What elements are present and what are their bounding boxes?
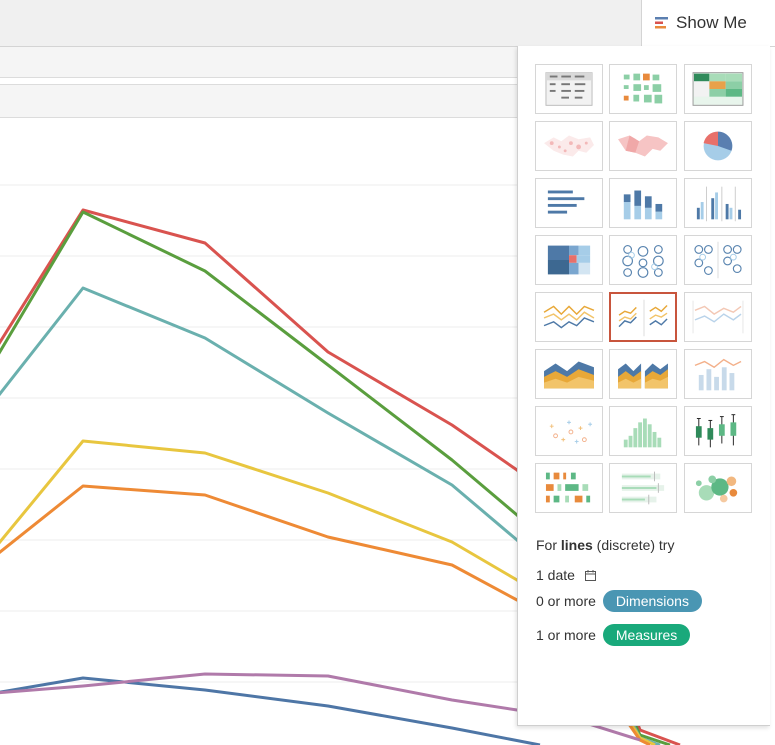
scatter-plot-icon (549, 420, 593, 444)
chart-type-pie-chart[interactable] (684, 121, 752, 171)
lines-continuous-icon (543, 305, 595, 329)
req-meas-text: 1 or more (536, 627, 596, 643)
area-discrete-icon (618, 363, 668, 389)
text-table-icon (545, 72, 593, 106)
hint-requirement-measures: 1 or more Measures (536, 624, 691, 646)
req-date-text: 1 date (536, 567, 575, 583)
chart-type-area-discrete[interactable] (609, 349, 677, 399)
side-by-side-circles-icon (694, 241, 742, 279)
show-me-icon (655, 17, 668, 29)
chart-type-lines-discrete[interactable] (609, 292, 677, 342)
chart-type-gantt-chart[interactable] (535, 463, 603, 513)
hint-prefix: For (536, 537, 561, 553)
chart-type-scatter-plot[interactable] (535, 406, 603, 456)
chart-type-histogram[interactable] (609, 406, 677, 456)
hint-requirement-dimensions: 0 or more Dimensions (536, 590, 702, 612)
pie-chart-icon (703, 131, 733, 161)
packed-bubbles-icon (695, 475, 738, 503)
chart-type-side-by-side-circles[interactable] (684, 235, 752, 285)
chart-type-filled-map[interactable] (609, 121, 677, 171)
circle-views-icon (622, 245, 664, 278)
chart-type-packed-bubbles[interactable] (684, 463, 752, 513)
chart-type-circle-views[interactable] (609, 235, 677, 285)
symbol-map-icon (544, 135, 594, 157)
chart-type-highlight-table[interactable] (684, 64, 752, 114)
hint-title: For lines (discrete) try (536, 537, 674, 553)
chart-type-bullet-graph[interactable] (609, 463, 677, 513)
stacked-bars-icon (623, 190, 663, 220)
chart-type-lines-continuous[interactable] (535, 292, 603, 342)
dual-combination-icon (694, 358, 742, 391)
chart-type-dual-lines[interactable] (684, 292, 752, 342)
measures-pill: Measures (602, 624, 691, 646)
chart-type-heat-map[interactable] (609, 64, 677, 114)
hint-chart-name: lines (560, 537, 593, 553)
side-by-side-bars-icon (696, 186, 742, 222)
bullet-graph-icon (621, 471, 665, 505)
hint-suffix: (discrete) try (592, 537, 675, 553)
dual-lines-icon (692, 300, 744, 334)
highlight-table-icon (692, 72, 744, 106)
chart-type-text-table[interactable] (535, 64, 603, 114)
chart-type-horizontal-bars[interactable] (535, 178, 603, 228)
calendar-icon (584, 570, 596, 581)
chart-type-box-and-whisker[interactable] (684, 406, 752, 456)
filled-map-icon (618, 135, 668, 157)
show-me-panel: For lines (discrete) try 1 date 0 or mor… (517, 46, 770, 726)
show-me-tab[interactable]: Show Me (641, 0, 775, 46)
show-me-label: Show Me (676, 13, 747, 32)
area-continuous-icon (544, 361, 594, 389)
histogram-icon (623, 418, 662, 448)
chart-type-side-by-side-bars[interactable] (684, 178, 752, 228)
lines-discrete-icon (618, 299, 668, 337)
heat-map-icon (623, 73, 663, 104)
gridlines (0, 184, 517, 683)
chart-type-symbol-map[interactable] (535, 121, 603, 171)
chart-type-area-continuous[interactable] (535, 349, 603, 399)
dimensions-pill: Dimensions (602, 590, 702, 612)
chart-type-stacked-bars[interactable] (609, 178, 677, 228)
treemap-icon (547, 245, 591, 275)
hint-requirement-date: 1 date (536, 567, 596, 583)
series-line (0, 676, 541, 745)
gantt-chart-icon (545, 472, 591, 503)
chart-type-treemap[interactable] (535, 235, 603, 285)
chart-type-dual-combination[interactable] (684, 349, 752, 399)
horizontal-bars-icon (547, 190, 585, 214)
req-dims-text: 0 or more (536, 593, 596, 609)
box-and-whisker-icon (695, 414, 737, 448)
